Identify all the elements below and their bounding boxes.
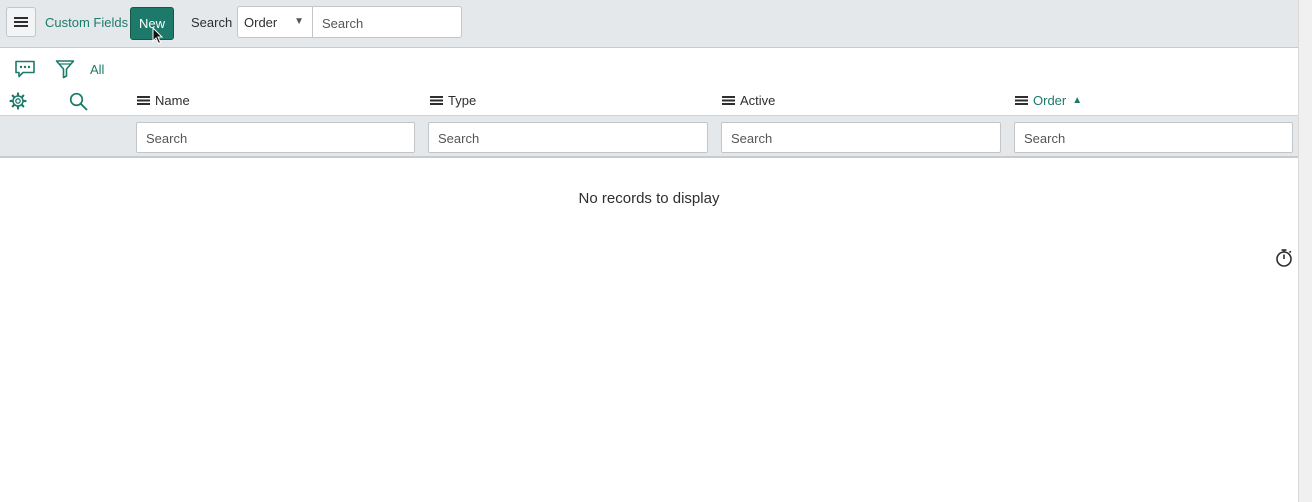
search-field-select[interactable]: Order ▼ [237,6,313,38]
column-header-active[interactable]: Active [722,93,775,108]
search-field-value: Order [244,15,278,30]
column-label: Type [448,93,477,108]
column-menu-icon[interactable] [722,95,735,106]
hamburger-icon [14,17,28,27]
name-search-input[interactable]: Search [136,122,415,153]
active-search-input[interactable]: Search [721,122,1001,153]
comment-icon[interactable] [14,60,36,78]
order-search-input[interactable]: Search [1014,122,1293,153]
gear-icon[interactable] [9,92,27,110]
list-menu-button[interactable] [6,7,36,37]
column-header-name[interactable]: Name [137,93,190,108]
column-menu-icon[interactable] [430,95,443,106]
search-label: Search [191,15,233,30]
column-menu-icon[interactable] [137,95,150,106]
dropdown-caret-icon: ▼ [294,16,304,27]
column-label: Name [155,93,190,108]
mouse-cursor-icon [152,27,164,45]
list-header-bar: Custom Fields New Search Order ▼ Search [0,0,1298,48]
column-label: Order [1033,93,1067,108]
column-header-order[interactable]: Order ▲ [1015,93,1082,108]
vertical-scrollbar[interactable] [1298,0,1312,502]
stopwatch-icon[interactable] [1274,248,1294,268]
search-input[interactable]: Search [312,6,462,38]
column-header-type[interactable]: Type [430,93,476,108]
filter-icon[interactable] [55,59,75,79]
column-search-row: Search Search Search Search [0,115,1298,158]
column-label: Active [740,93,776,108]
sort-ascending-icon: ▲ [1072,95,1083,106]
type-search-input[interactable]: Search [428,122,708,153]
empty-state-message: No records to display [578,190,720,207]
search-icon[interactable] [69,92,88,111]
column-menu-icon[interactable] [1015,95,1028,106]
list-title[interactable]: Custom Fields [45,15,128,30]
filter-breadcrumb-all[interactable]: All [90,62,104,77]
